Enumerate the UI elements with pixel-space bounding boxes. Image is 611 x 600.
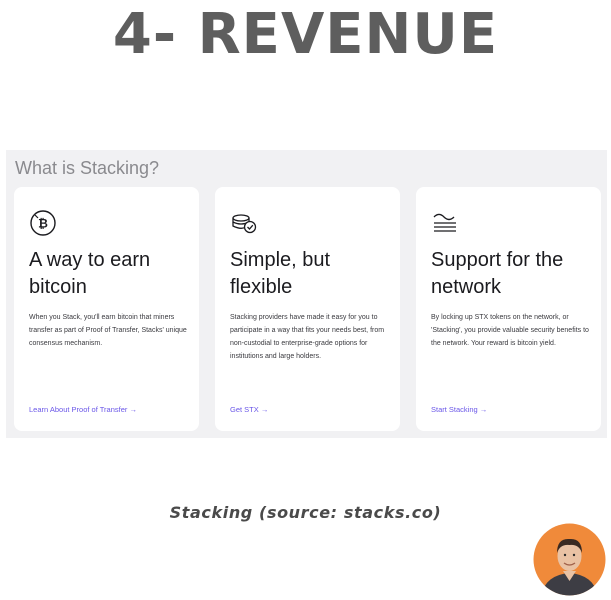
figure-caption: Stacking (source: stacks.co) (169, 503, 442, 522)
card-heading-line: flexible (230, 276, 293, 298)
get-stx-link[interactable]: Get STX → (230, 405, 268, 414)
card-heading-line: Support for the (431, 249, 564, 271)
slide-headline: 4- REVENUE (112, 2, 499, 67)
card-heading-line: Simple, but (230, 249, 331, 271)
card-body: By locking up STX tokens on the network,… (431, 314, 589, 347)
start-stacking-link[interactable]: Start Stacking → (431, 405, 487, 414)
card-body: Stacking providers have made it easy for… (230, 314, 385, 360)
card-simple-flexible: Simple, but flexible Stacking providers … (215, 187, 400, 431)
card-heading-line: bitcoin (29, 276, 87, 298)
bitcoin-coin-icon: ₿ (30, 210, 56, 236)
presenter-avatar (533, 523, 606, 596)
network-wave-icon (433, 213, 456, 232)
learn-proof-of-transfer-link[interactable]: Learn About Proof of Transfer → (29, 405, 137, 414)
panel-title: What is Stacking? (15, 158, 160, 178)
card-heading-line: network (431, 276, 502, 298)
card-heading: Support for the network (431, 247, 596, 301)
svg-text:₿: ₿ (38, 217, 48, 231)
stacked-coins-check-icon (232, 214, 257, 234)
card-earn-bitcoin: ₿ A way to earn bitcoin When you Stack, … (14, 187, 199, 431)
stacking-screenshot-panel: What is Stacking? ₿ A way to earn bitcoi… (6, 150, 607, 438)
card-body: When you Stack, you'll earn bitcoin that… (29, 314, 187, 347)
card-heading: Simple, but flexible (230, 247, 395, 301)
card-heading-line: A way to earn (29, 249, 151, 271)
slide: 4- REVENUE What is Stacking? ₿ A way to … (0, 0, 611, 600)
card-support-network: Support for the network By locking up ST… (416, 187, 601, 431)
card-heading: A way to earn bitcoin (29, 247, 194, 301)
